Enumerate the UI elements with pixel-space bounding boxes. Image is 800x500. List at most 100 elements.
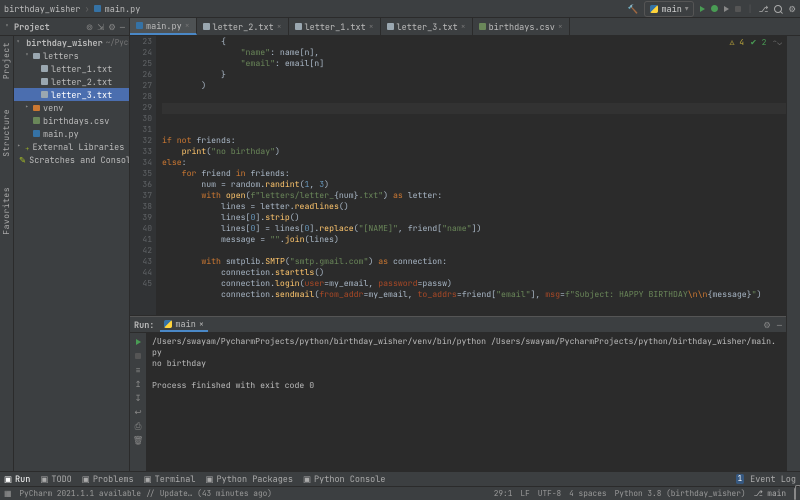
editor-tab[interactable]: letter_1.txt× — [289, 18, 381, 35]
status-bar: ▦ PyCharm 2021.1.1 available // Update… … — [0, 486, 800, 500]
tool-window-button[interactable]: ▣Run — [4, 473, 30, 485]
tree-row[interactable]: ✎ Scratches and Consoles — [14, 153, 129, 166]
python-file-icon — [94, 5, 101, 12]
txt-file-icon — [387, 23, 394, 30]
build-icon[interactable]: 🔨 — [628, 3, 639, 15]
status-message[interactable]: PyCharm 2021.1.1 available // Update… (4… — [19, 489, 272, 499]
tool-icon: ▣ — [40, 473, 48, 485]
readonly-lock-icon[interactable] — [794, 489, 796, 499]
event-log-button[interactable]: Event Log — [750, 473, 796, 485]
project-tree[interactable]: ▾birthday_wisher ~/PycharmProjects/py▾le… — [14, 36, 130, 471]
tree-row[interactable]: main.py — [14, 127, 129, 140]
breadcrumb-file[interactable]: main.py — [105, 3, 141, 15]
collapse-all-icon[interactable]: ⇲ — [97, 21, 104, 33]
run-coverage-icon[interactable] — [724, 6, 729, 12]
python-icon — [164, 320, 172, 328]
line-separator[interactable]: LF — [520, 489, 529, 499]
tree-row[interactable]: ▸₊ External Libraries — [14, 140, 129, 153]
breadcrumb-root[interactable]: birthday_wisher — [4, 3, 81, 15]
tree-row[interactable]: ▾birthday_wisher ~/PycharmProjects/py — [14, 36, 129, 49]
tool-favorites-tab[interactable]: Favorites — [2, 187, 12, 235]
editor-tab[interactable]: birthdays.csv× — [473, 18, 570, 35]
close-icon[interactable]: × — [185, 21, 190, 31]
rerun-icon[interactable] — [134, 337, 143, 346]
warning-count: 4 — [739, 38, 744, 48]
stop-icon[interactable] — [134, 351, 143, 360]
tab-label: main.py — [146, 20, 182, 32]
tool-icon: ▣ — [205, 473, 213, 485]
hide-tool-icon[interactable]: — — [120, 21, 125, 33]
right-stripe — [786, 36, 800, 471]
stop-icon[interactable] — [735, 6, 741, 12]
interpreter-status[interactable]: Python 3.8 (birthday_wisher) — [615, 489, 746, 499]
run-action-toolbar: ≡ ↥ ↧ ↩ ⎙ 🗑 — [130, 333, 146, 471]
run-output[interactable]: /Users/swayam/PycharmProjects/python/bir… — [146, 333, 786, 471]
code-editor[interactable]: 23 24 25 26 27 28 29 30 31 32 33 34 35 3… — [130, 36, 786, 315]
editor-tabs: main.py×letter_2.txt×letter_1.txt×letter… — [130, 18, 570, 35]
project-tool-title: Project — [14, 21, 50, 33]
code-area[interactable]: { "name": name[n], "email": email[n] } )… — [156, 36, 786, 315]
close-icon[interactable]: × — [461, 22, 466, 32]
up-icon[interactable]: ↥ — [134, 379, 143, 388]
ok-count: 2 — [762, 38, 767, 48]
breadcrumb[interactable]: birthday_wisher › main.py — [4, 3, 140, 15]
run-config-name: main — [661, 3, 681, 15]
indent-status[interactable]: 4 spaces — [569, 489, 606, 499]
tree-row[interactable]: letter_1.txt — [14, 62, 129, 75]
settings-icon[interactable]: ⚙ — [788, 3, 796, 15]
tab-label: letter_2.txt — [213, 21, 274, 33]
close-icon[interactable]: × — [558, 22, 563, 32]
settings-icon[interactable]: ⚙ — [763, 319, 771, 331]
caret-position[interactable]: 29:1 — [494, 489, 513, 499]
tool-project-tab[interactable]: Project — [2, 42, 12, 79]
settings-icon[interactable]: ⚙ — [108, 21, 116, 33]
select-opened-file-icon[interactable]: ⊚ — [86, 21, 93, 33]
print-icon[interactable]: ⎙ — [134, 421, 143, 430]
run-icon[interactable] — [700, 6, 705, 12]
editor-tab[interactable]: letter_3.txt× — [381, 18, 473, 35]
tool-window-button[interactable]: ▣Terminal — [144, 473, 196, 485]
tree-row[interactable]: letter_2.txt — [14, 75, 129, 88]
tool-window-button[interactable]: ▣Python Packages — [205, 473, 293, 485]
tool-structure-tab[interactable]: Structure — [2, 109, 12, 157]
layout-icon[interactable]: ≡ — [134, 365, 143, 374]
editor-tab[interactable]: main.py× — [130, 18, 197, 35]
tool-window-button[interactable]: ▣Python Console — [303, 473, 385, 485]
bottom-tool-bar: ▣Run ▣TODO ▣Problems ▣Terminal ▣Python Packa… — [0, 471, 800, 486]
navigation-bar: birthday_wisher › main.py 🔨 main ▼ | ⎇ ⚙ — [0, 0, 800, 18]
git-branch-icon[interactable]: ⎇ — [759, 3, 769, 15]
inspections-widget[interactable]: ⚠ 4 ✔ 2 ⌃⌄ — [730, 38, 782, 48]
run-configuration-selector[interactable]: main ▼ — [644, 1, 694, 17]
chevron-down-icon: ▼ — [685, 5, 689, 13]
line-number-gutter[interactable]: 23 24 25 26 27 28 29 30 31 32 33 34 35 3… — [130, 36, 156, 315]
project-tool-header: ▾ Project ⊚ ⇲ ⚙ — — [0, 18, 130, 35]
run-tab[interactable]: main × — [160, 317, 208, 332]
chevron-up-down-icon[interactable]: ⌃⌄ — [772, 38, 782, 48]
tool-window-button[interactable]: ▣Problems — [82, 473, 134, 485]
tool-icon: ▣ — [82, 473, 90, 485]
close-icon[interactable]: × — [369, 22, 374, 32]
close-icon[interactable]: × — [277, 22, 282, 32]
run-tool-window: Run: main × ⚙ — ≡ — [130, 316, 786, 471]
tree-row[interactable]: letter_3.txt — [14, 88, 129, 101]
tree-row[interactable]: birthdays.csv — [14, 114, 129, 127]
debug-icon[interactable] — [711, 5, 718, 12]
search-everywhere-icon[interactable] — [774, 5, 782, 13]
tool-window-button[interactable]: ▣TODO — [40, 473, 71, 485]
tool-windows-icon[interactable]: ▦ — [4, 489, 11, 499]
git-branch-status[interactable]: ⎇ main — [754, 489, 786, 499]
event-log-badge[interactable]: 1 — [736, 474, 745, 484]
tool-icon: ▣ — [303, 473, 311, 485]
tree-row[interactable]: ▸venv — [14, 101, 129, 114]
hide-tool-icon[interactable]: — — [777, 319, 782, 331]
tree-row[interactable]: ▾letters — [14, 49, 129, 62]
chevron-down-icon[interactable]: ▾ — [4, 22, 10, 31]
file-encoding[interactable]: UTF-8 — [538, 489, 561, 499]
close-icon[interactable]: × — [199, 318, 204, 330]
txt-file-icon — [203, 23, 210, 30]
toolbar-row: ▾ Project ⊚ ⇲ ⚙ — main.py×letter_2.txt×l… — [0, 18, 800, 36]
editor-tab[interactable]: letter_2.txt× — [197, 18, 289, 35]
soft-wrap-icon[interactable]: ↩ — [134, 407, 143, 416]
down-icon[interactable]: ↧ — [134, 393, 143, 402]
trash-icon[interactable]: 🗑 — [134, 435, 143, 444]
